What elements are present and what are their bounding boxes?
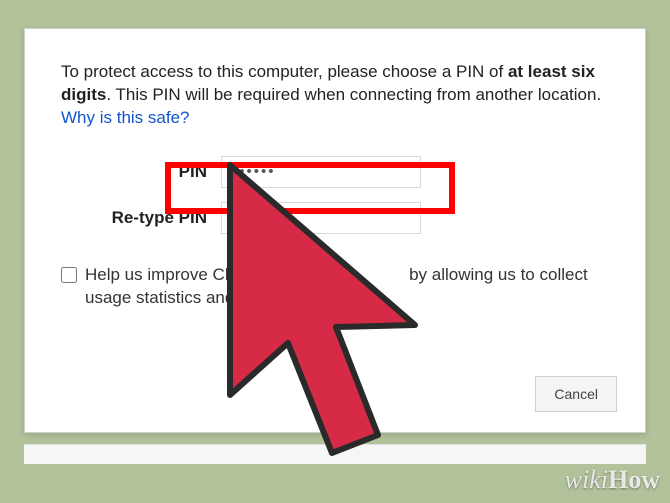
- watermark: wikiHow: [565, 465, 660, 495]
- why-safe-link[interactable]: Why is this safe?: [61, 108, 190, 127]
- retype-pin-label: Re-type PIN: [61, 208, 221, 228]
- dialog-buttons: OK Cancel: [455, 376, 617, 412]
- stats-checkbox-label: Help us improve Chrome Remote Desktop by…: [85, 264, 609, 310]
- retype-pin-input[interactable]: [221, 202, 421, 234]
- pin-input[interactable]: [221, 156, 421, 188]
- dialog-content: To protect access to this computer, plea…: [25, 29, 645, 330]
- pin-setup-dialog: To protect access to this computer, plea…: [24, 28, 646, 433]
- watermark-wiki: wiki: [565, 465, 608, 494]
- pin-row: PIN: [61, 156, 609, 188]
- watermark-how: How: [608, 465, 660, 494]
- pin-form: PIN Re-type PIN: [61, 156, 609, 234]
- desc-part2: . This PIN will be required when connect…: [106, 85, 601, 104]
- cb-part1: Help us improve Chrome Re: [85, 265, 299, 284]
- pin-label: PIN: [61, 162, 221, 182]
- cancel-button[interactable]: Cancel: [535, 376, 617, 412]
- stats-checkbox[interactable]: [61, 267, 77, 283]
- retype-pin-row: Re-type PIN: [61, 202, 609, 234]
- bottom-strip: [24, 444, 646, 464]
- desc-part1: To protect access to this computer, plea…: [61, 62, 508, 81]
- description-text: To protect access to this computer, plea…: [61, 61, 609, 130]
- stats-checkbox-row: Help us improve Chrome Remote Desktop by…: [61, 264, 609, 310]
